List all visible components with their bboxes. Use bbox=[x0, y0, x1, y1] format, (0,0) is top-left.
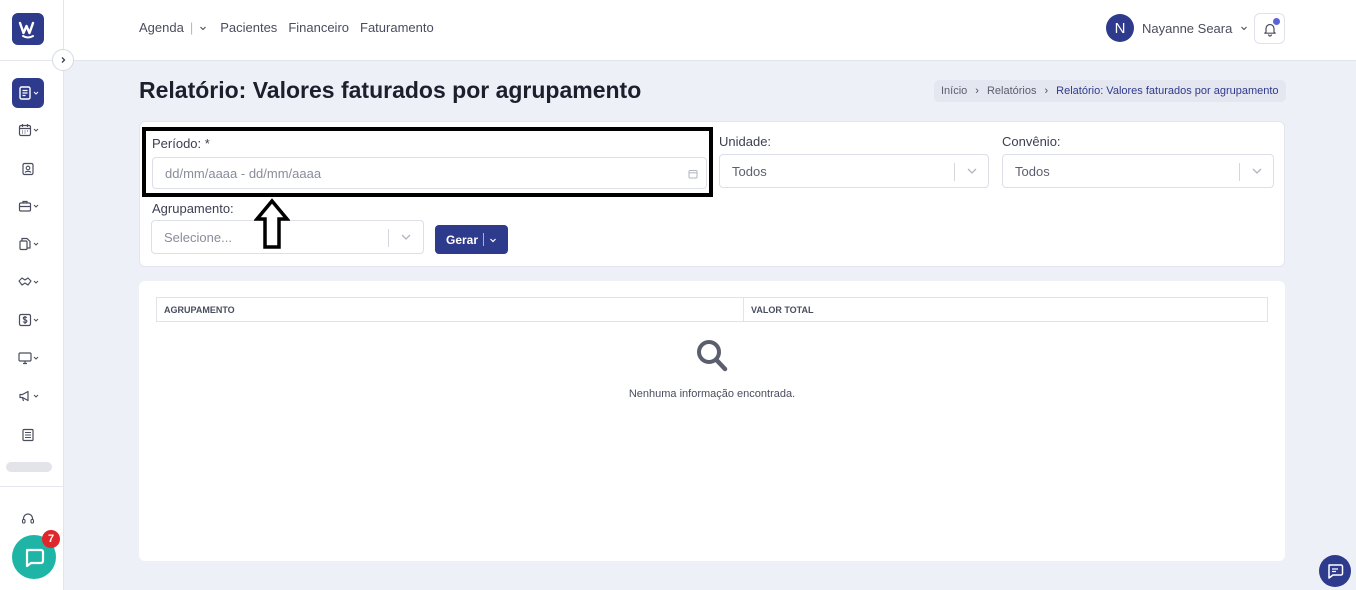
app-logo[interactable] bbox=[12, 13, 44, 45]
gerar-button[interactable]: Gerar bbox=[435, 225, 508, 254]
chevron-down-icon bbox=[33, 204, 38, 208]
patient-badge-icon bbox=[22, 162, 34, 176]
documents-icon bbox=[18, 237, 31, 251]
chevron-right-icon bbox=[61, 57, 66, 63]
results-card: AGRUPAMENTO VALOR TOTAL Nenhuma informaç… bbox=[139, 281, 1285, 561]
chevron-down-icon bbox=[33, 394, 38, 398]
sidebar-item-news[interactable] bbox=[12, 420, 44, 450]
column-header-valor-total[interactable]: VALOR TOTAL bbox=[744, 298, 814, 321]
logo-icon bbox=[18, 21, 35, 39]
breadcrumb-current: Relatório: Valores faturados por agrupam… bbox=[1056, 85, 1279, 97]
sidebar-item-business[interactable] bbox=[12, 191, 44, 221]
breadcrumb-home[interactable]: Início bbox=[941, 85, 967, 97]
megaphone-icon bbox=[18, 390, 29, 402]
empty-state-message: Nenhuma informação encontrada. bbox=[628, 388, 796, 400]
sidebar-item-finance[interactable] bbox=[12, 305, 44, 335]
chevron-down-icon bbox=[401, 234, 411, 240]
chevron-down-icon bbox=[33, 128, 38, 132]
sidebar-item-monitor[interactable] bbox=[12, 343, 44, 373]
sidebar-item-agreements[interactable] bbox=[12, 267, 44, 297]
convenio-label: Convênio: bbox=[1002, 134, 1061, 149]
nav-separator: | bbox=[189, 20, 194, 35]
sidebar-item-reports[interactable] bbox=[12, 78, 44, 108]
chevron-down-icon bbox=[33, 91, 38, 95]
notifications-button[interactable] bbox=[1254, 13, 1285, 44]
unidade-select[interactable]: Todos bbox=[719, 154, 989, 188]
convenio-select[interactable]: Todos bbox=[1002, 154, 1274, 188]
chevron-down-icon bbox=[33, 356, 38, 360]
main-menu: Agenda | Pacientes Financeiro Faturament… bbox=[139, 20, 434, 35]
calendar-icon bbox=[18, 124, 31, 137]
select-separator bbox=[388, 229, 389, 247]
unidade-value: Todos bbox=[732, 163, 767, 179]
nav-financeiro[interactable]: Financeiro bbox=[288, 20, 349, 35]
chat-unread-badge: 7 bbox=[42, 530, 60, 548]
sidebar-divider bbox=[0, 486, 64, 487]
sidebar-item-documents[interactable] bbox=[12, 229, 44, 259]
chevron-down-icon bbox=[1252, 168, 1262, 174]
floating-chat-button[interactable] bbox=[1319, 555, 1351, 587]
chevron-down-icon bbox=[33, 242, 38, 246]
sidebar: 7 bbox=[0, 0, 64, 590]
top-navigation-bar: Agenda | Pacientes Financeiro Faturament… bbox=[64, 0, 1356, 61]
avatar: N bbox=[1106, 14, 1134, 42]
notification-dot bbox=[1273, 18, 1280, 25]
annotation-highlight-box bbox=[142, 127, 713, 197]
agrupamento-placeholder: Selecione... bbox=[164, 229, 232, 245]
breadcrumb-reports[interactable]: Relatórios bbox=[987, 85, 1037, 97]
unidade-label: Unidade: bbox=[719, 134, 772, 149]
handshake-icon bbox=[17, 277, 32, 286]
sidebar-item-support[interactable] bbox=[12, 504, 44, 534]
report-icon bbox=[18, 86, 31, 100]
nav-agenda[interactable]: Agenda bbox=[139, 20, 184, 35]
chevron-down-icon[interactable] bbox=[489, 236, 497, 244]
sidebar-item-schedule[interactable] bbox=[12, 115, 44, 145]
chevron-right-icon: › bbox=[1044, 85, 1049, 97]
select-separator bbox=[1239, 163, 1240, 181]
monitor-icon bbox=[17, 352, 32, 365]
chevron-right-icon: › bbox=[975, 85, 979, 97]
convenio-value: Todos bbox=[1015, 163, 1050, 179]
annotation-up-arrow-icon bbox=[254, 198, 290, 249]
agrupamento-label: Agrupamento: bbox=[152, 201, 234, 216]
message-icon bbox=[1328, 564, 1344, 579]
column-header-agrupamento[interactable]: AGRUPAMENTO bbox=[157, 298, 744, 321]
chevron-down-icon bbox=[33, 318, 38, 322]
nav-pacientes[interactable]: Pacientes bbox=[220, 20, 277, 35]
user-name: Nayanne Seara bbox=[1142, 20, 1233, 36]
chevron-down-icon[interactable] bbox=[199, 24, 207, 32]
breadcrumb: Início › Relatórios › Relatório: Valores… bbox=[934, 80, 1286, 102]
select-separator bbox=[954, 163, 955, 181]
search-icon bbox=[697, 340, 728, 372]
sidebar-scroll-indicator[interactable] bbox=[6, 462, 52, 472]
user-menu[interactable]: N Nayanne Seara bbox=[1106, 14, 1248, 42]
sidebar-item-marketing[interactable] bbox=[12, 381, 44, 411]
chat-icon bbox=[25, 548, 45, 568]
newspaper-icon bbox=[22, 428, 34, 442]
gerar-label: Gerar bbox=[445, 232, 479, 247]
chevron-down-icon bbox=[1241, 26, 1248, 31]
page-title: Relatório: Valores faturados por agrupam… bbox=[139, 77, 642, 103]
chevron-down-icon bbox=[33, 280, 38, 284]
nav-faturamento[interactable]: Faturamento bbox=[360, 20, 434, 35]
dollar-icon bbox=[18, 313, 31, 327]
sidebar-item-patients[interactable] bbox=[12, 154, 44, 184]
headset-icon bbox=[21, 513, 35, 524]
chevron-down-icon bbox=[967, 168, 977, 174]
briefcase-icon bbox=[18, 200, 31, 212]
sidebar-expand-button[interactable] bbox=[52, 49, 74, 71]
table-header: AGRUPAMENTO VALOR TOTAL bbox=[156, 297, 1268, 322]
button-separator bbox=[483, 233, 485, 246]
